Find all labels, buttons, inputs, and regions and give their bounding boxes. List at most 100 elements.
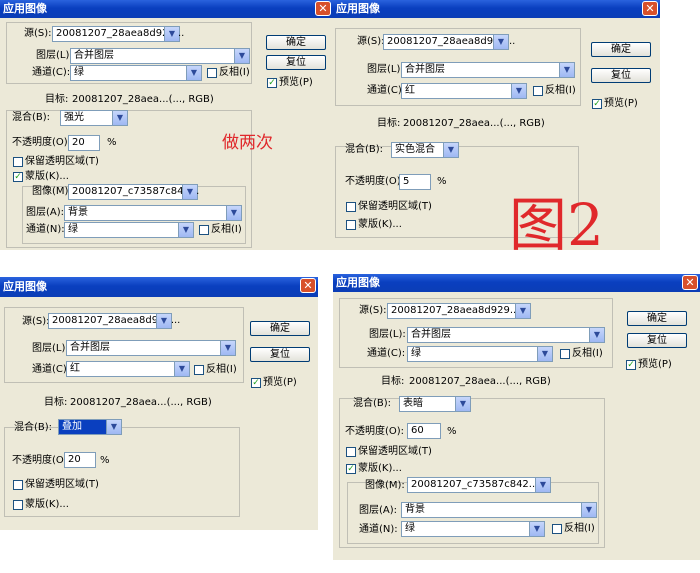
source-select[interactable]: 20081207_28aea8d929... ▼ — [52, 26, 184, 42]
ok-button[interactable]: 确定 — [627, 311, 687, 326]
mask-label: 蒙版(K)... — [358, 463, 402, 474]
preserve-transparency-checkbox[interactable] — [346, 447, 356, 457]
mask-invert-label: 反相(I) — [564, 523, 595, 534]
opacity-input[interactable]: 5 — [399, 174, 431, 190]
chevron-down-icon: ▼ — [164, 27, 179, 41]
mask-label: 蒙版(K)... — [25, 171, 69, 182]
mask-layer-value: 背景 — [405, 504, 425, 515]
preserve-transparency-checkbox[interactable] — [13, 157, 23, 167]
blend-value: 实色混合 — [395, 144, 435, 155]
layer-value: 合并图层 — [411, 329, 451, 340]
dialog-titlebar: 应用图像 ✕ — [0, 277, 318, 297]
layer-select[interactable]: 合并图层 ▼ — [66, 340, 236, 356]
layer-select[interactable]: 合并图层 ▼ — [70, 48, 250, 64]
layer-select[interactable]: 合并图层 ▼ — [407, 327, 605, 343]
channel-value: 绿 — [411, 348, 421, 359]
preview-label: 预览(P) — [263, 377, 297, 388]
opacity-input[interactable]: 20 — [64, 452, 96, 468]
blend-select[interactable]: 叠加 ▼ — [58, 419, 122, 435]
source-label: 源(S): — [359, 305, 387, 316]
invert-checkbox[interactable] — [560, 349, 570, 359]
mask-checkbox[interactable] — [13, 500, 23, 510]
source-select[interactable]: 20081207_28aea8d929... ▼ — [387, 303, 531, 319]
target-value: 20081207_28aea...(..., RGB) — [70, 397, 212, 408]
invert-checkbox[interactable] — [207, 68, 217, 78]
dialog-title: 应用图像 — [3, 280, 47, 293]
mask-image-select[interactable]: 20081207_c73587c842... ▼ — [407, 477, 551, 493]
close-icon[interactable]: ✕ — [300, 278, 316, 293]
mask-channel-value: 绿 — [405, 523, 415, 534]
source-select[interactable]: 20081207_28aea8d929... ▼ — [383, 34, 515, 50]
opacity-input[interactable]: 20 — [68, 135, 100, 151]
invert-label: 反相(I) — [572, 348, 603, 359]
channel-select[interactable]: 绿 ▼ — [407, 346, 553, 362]
mask-layer-label: 图层(A): — [26, 207, 65, 218]
layer-select[interactable]: 合并图层 ▼ — [401, 62, 575, 78]
blend-select[interactable]: 实色混合 ▼ — [391, 142, 459, 158]
chevron-down-icon: ▼ — [515, 304, 530, 318]
layer-value: 合并图层 — [70, 342, 110, 353]
chevron-down-icon: ▼ — [455, 397, 470, 411]
reset-button[interactable]: 复位 — [627, 333, 687, 348]
chevron-down-icon: ▼ — [511, 84, 526, 98]
chevron-down-icon: ▼ — [535, 478, 550, 492]
target-value: 20081207_28aea...(..., RGB) — [409, 376, 551, 387]
invert-checkbox[interactable] — [533, 86, 543, 96]
preview-checkbox[interactable]: ✓ — [592, 99, 602, 109]
mask-image-value: 20081207_c73587c842... — [72, 186, 200, 197]
percent-label: % — [107, 137, 117, 148]
channel-select[interactable]: 红 ▼ — [66, 361, 190, 377]
opacity-label: 不透明度(O): — [12, 137, 72, 148]
channel-label: 通道(C): — [367, 85, 406, 96]
preview-checkbox[interactable]: ✓ — [626, 360, 636, 370]
preview-checkbox[interactable]: ✓ — [251, 378, 261, 388]
ok-button[interactable]: 确定 — [591, 42, 651, 57]
ok-button[interactable]: 确定 — [266, 35, 326, 50]
mask-checkbox[interactable]: ✓ — [346, 464, 356, 474]
chevron-down-icon: ▼ — [220, 341, 235, 355]
blend-select[interactable]: 表暗 ▼ — [399, 396, 471, 412]
channel-select[interactable]: 绿 ▼ — [70, 65, 202, 81]
percent-label: % — [100, 455, 110, 466]
mask-invert-checkbox[interactable] — [552, 524, 562, 534]
channel-label: 通道(C): — [32, 67, 71, 78]
close-icon[interactable]: ✕ — [315, 1, 331, 16]
reset-button[interactable]: 复位 — [266, 55, 326, 70]
mask-checkbox[interactable] — [346, 220, 356, 230]
channel-value: 红 — [405, 85, 415, 96]
channel-value: 红 — [70, 363, 80, 374]
mask-checkbox[interactable]: ✓ — [13, 172, 23, 182]
source-select[interactable]: 20081207_28aea8d929... ▼ — [48, 313, 180, 329]
mask-invert-checkbox[interactable] — [199, 225, 209, 235]
ok-button[interactable]: 确定 — [250, 321, 310, 336]
chevron-down-icon: ▼ — [493, 35, 508, 49]
mask-layer-select[interactable]: 背景 ▼ — [401, 502, 597, 518]
preserve-transparency-label: 保留透明区域(T) — [25, 156, 99, 167]
chevron-down-icon: ▼ — [156, 314, 171, 328]
reset-button[interactable]: 复位 — [250, 347, 310, 362]
mask-channel-select[interactable]: 绿 ▼ — [401, 521, 545, 537]
invert-label: 反相(I) — [219, 67, 250, 78]
mask-layer-select[interactable]: 背景 ▼ — [64, 205, 242, 221]
blend-select[interactable]: 强光 ▼ — [60, 110, 128, 126]
channel-value: 绿 — [74, 67, 84, 78]
mask-channel-select[interactable]: 绿 ▼ — [64, 222, 194, 238]
mask-image-select[interactable]: 20081207_c73587c842... ▼ — [68, 184, 200, 200]
blend-value: 强光 — [64, 112, 84, 123]
close-icon[interactable]: ✕ — [682, 275, 698, 290]
percent-label: % — [437, 176, 447, 187]
close-icon[interactable]: ✕ — [642, 1, 658, 16]
invert-checkbox[interactable] — [194, 365, 204, 375]
reset-button[interactable]: 复位 — [591, 68, 651, 83]
mask-image-label: 图像(M): — [32, 186, 72, 197]
chevron-down-icon: ▼ — [559, 63, 574, 77]
mask-layer-label: 图层(A): — [359, 505, 398, 516]
source-label: 源(S): — [357, 36, 385, 47]
preserve-transparency-checkbox[interactable] — [13, 480, 23, 490]
opacity-input[interactable]: 60 — [407, 423, 441, 439]
preserve-transparency-checkbox[interactable] — [346, 202, 356, 212]
layer-label: 图层(L): — [369, 329, 406, 340]
annotation-text: 图2 — [509, 191, 604, 250]
preview-checkbox[interactable]: ✓ — [267, 78, 277, 88]
channel-select[interactable]: 红 ▼ — [401, 83, 527, 99]
